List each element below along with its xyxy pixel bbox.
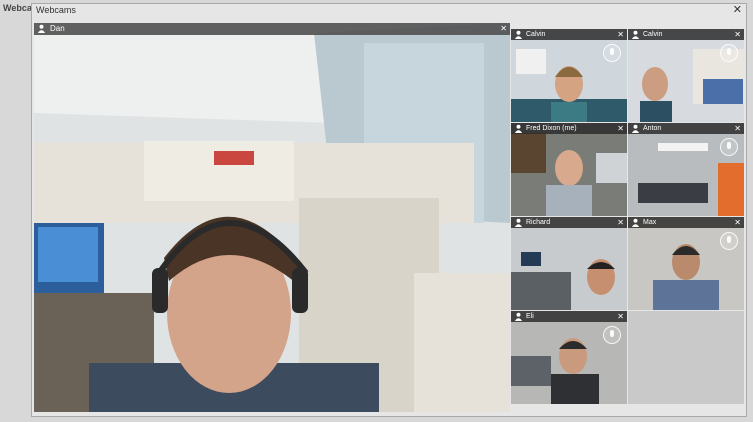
webcam-username: Fred Dixon (me) xyxy=(526,125,577,132)
webcam-main-dan[interactable]: Dan ✕ xyxy=(34,23,510,412)
webcam-video xyxy=(511,123,627,216)
webcam-video xyxy=(34,23,510,412)
webcam-username: Calvin xyxy=(643,31,663,38)
webcam-video xyxy=(511,217,627,310)
webcam-title-bar: Calvin ✕ xyxy=(511,29,627,40)
webcams-window: Webcams ✕ Dan ✕ Calvin ✕ Calvin ✕ Fred D… xyxy=(31,3,747,417)
webcam-max[interactable]: Max ✕ xyxy=(628,217,744,310)
close-icon[interactable]: ✕ xyxy=(734,29,741,40)
webcam-title-bar: Calvin ✕ xyxy=(628,29,744,40)
close-icon[interactable]: ✕ xyxy=(617,311,624,322)
webcam-username: Anton xyxy=(643,125,662,132)
webcam-title-bar: Richard ✕ xyxy=(511,217,627,228)
close-icon[interactable]: ✕ xyxy=(500,23,507,35)
webcam-anton[interactable]: Anton ✕ xyxy=(628,123,744,216)
webcam-video xyxy=(511,311,627,404)
mic-icon[interactable] xyxy=(720,138,738,156)
user-icon xyxy=(631,30,640,39)
user-icon xyxy=(514,30,523,39)
webcam-title-bar: Eli ✕ xyxy=(511,311,627,322)
user-icon xyxy=(514,312,523,321)
user-icon xyxy=(37,24,46,33)
webcam-title-bar: Fred Dixon (me) ✕ xyxy=(511,123,627,134)
close-icon[interactable]: ✕ xyxy=(617,29,624,40)
webcam-video xyxy=(511,29,627,122)
webcam-title-bar: Anton ✕ xyxy=(628,123,744,134)
webcam-username: Calvin xyxy=(526,31,546,38)
webcam-username: Richard xyxy=(526,219,551,226)
close-icon[interactable]: ✕ xyxy=(734,123,741,134)
window-close-icon[interactable]: ✕ xyxy=(733,4,742,16)
user-icon xyxy=(514,124,523,133)
mic-icon[interactable] xyxy=(603,326,621,344)
mic-icon[interactable] xyxy=(720,232,738,250)
close-icon[interactable]: ✕ xyxy=(734,217,741,228)
webcam-title-bar: Max ✕ xyxy=(628,217,744,228)
webcam-eli[interactable]: Eli ✕ xyxy=(511,311,627,404)
empty-slot xyxy=(628,311,744,404)
webcam-richard[interactable]: Richard ✕ xyxy=(511,217,627,310)
webcam-video xyxy=(628,217,744,310)
close-icon[interactable]: ✕ xyxy=(617,123,624,134)
close-icon[interactable]: ✕ xyxy=(617,217,624,228)
mic-icon[interactable] xyxy=(720,44,738,62)
user-icon xyxy=(514,218,523,227)
webcam-video xyxy=(628,29,744,122)
webcam-username: Dan xyxy=(50,24,65,33)
mic-icon[interactable] xyxy=(603,44,621,62)
webcam-fred-dixon[interactable]: Fred Dixon (me) ✕ xyxy=(511,123,627,216)
webcam-title-bar: Dan ✕ xyxy=(34,23,510,35)
webcam-calvin-2[interactable]: Calvin ✕ xyxy=(628,29,744,122)
window-title: Webcams xyxy=(36,5,76,15)
webcam-video xyxy=(628,123,744,216)
user-icon xyxy=(631,124,640,133)
webcam-username: Eli xyxy=(526,313,534,320)
webcam-username: Max xyxy=(643,219,657,226)
user-icon xyxy=(631,218,640,227)
webcam-calvin-1[interactable]: Calvin ✕ xyxy=(511,29,627,122)
